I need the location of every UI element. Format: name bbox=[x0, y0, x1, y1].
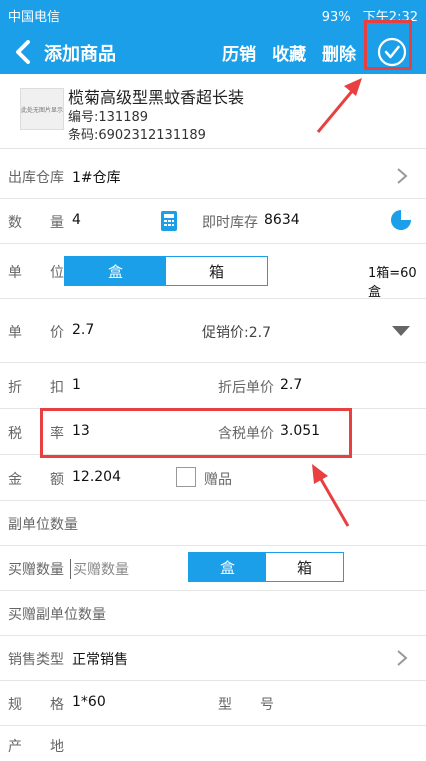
app-bar: 添加商品 历销 收藏 删除 bbox=[0, 30, 426, 74]
calculator-icon[interactable] bbox=[160, 210, 178, 232]
spec-label-b: 格 bbox=[50, 697, 64, 713]
product-name: 榄菊高级型黑蚊香超长装 bbox=[68, 88, 245, 107]
tax-label-a: 税 bbox=[8, 426, 22, 442]
amount-label-a: 金 bbox=[8, 472, 22, 488]
product-code: 编号:131189 bbox=[68, 110, 149, 125]
quantity-label-b: 量 bbox=[50, 215, 64, 231]
gift-unit-option-box[interactable]: 盒 bbox=[189, 553, 266, 581]
discount-input[interactable]: 1 bbox=[72, 377, 81, 393]
warehouse-row[interactable]: 出库仓库 1#仓库 bbox=[0, 154, 426, 199]
sale-type-row[interactable]: 销售类型 正常销售 bbox=[0, 636, 426, 681]
page-title: 添加商品 bbox=[44, 44, 116, 65]
unit-option-case[interactable]: 箱 bbox=[166, 257, 267, 285]
promo-price: 促销价:2.7 bbox=[202, 325, 271, 341]
sub-unit-qty-row[interactable]: 副单位数量 bbox=[0, 501, 426, 546]
price-label-b: 价 bbox=[50, 325, 64, 341]
amount-row: 金 额 12.204 赠品 bbox=[0, 456, 426, 501]
quantity-input[interactable]: 4 bbox=[72, 212, 81, 228]
product-barcode: 条码:6902312131189 bbox=[68, 128, 206, 143]
history-button[interactable]: 历销 bbox=[222, 45, 256, 65]
carrier-label: 中国电信 bbox=[8, 10, 61, 25]
highlight-box-tax bbox=[40, 408, 352, 458]
gift-sub-unit-label: 买赠副单位数量 bbox=[8, 607, 106, 623]
stock-value: 8634 bbox=[264, 212, 300, 228]
gift-checkbox[interactable] bbox=[176, 467, 196, 487]
discount-row: 折 扣 1 折后单价 2.7 bbox=[0, 364, 426, 409]
favorite-button[interactable]: 收藏 bbox=[272, 45, 306, 65]
sub-unit-qty-label: 副单位数量 bbox=[8, 517, 78, 533]
warehouse-value: 1#仓库 bbox=[72, 170, 121, 186]
origin-row: 产 地 bbox=[0, 726, 426, 761]
model-label-a: 型 bbox=[218, 697, 232, 713]
price-label-a: 单 bbox=[8, 325, 22, 341]
product-header: 此处无图片显示 榄菊高级型黑蚊香超长装 编号:131189 条码:6902312… bbox=[0, 74, 426, 149]
amount-label-b: 额 bbox=[50, 472, 64, 488]
sale-type-value: 正常销售 bbox=[72, 652, 128, 668]
back-arrow-icon[interactable] bbox=[10, 38, 38, 66]
status-bar: 中国电信 93% 下午2:32 bbox=[0, 0, 426, 30]
spec-row: 规 格 1*60 型 号 bbox=[0, 681, 426, 726]
dropdown-triangle-icon[interactable] bbox=[392, 326, 410, 336]
unit-label-b: 位 bbox=[50, 265, 64, 281]
origin-label-b: 地 bbox=[50, 739, 64, 755]
spec-value: 1*60 bbox=[72, 694, 106, 710]
origin-label-a: 产 bbox=[8, 739, 22, 755]
sale-type-label: 销售类型 bbox=[8, 652, 64, 668]
gift-label: 赠品 bbox=[204, 472, 232, 488]
pie-chart-icon[interactable] bbox=[390, 209, 412, 231]
highlight-box-confirm bbox=[364, 20, 412, 70]
gift-unit-option-case[interactable]: 箱 bbox=[266, 553, 343, 581]
discount-label-b: 扣 bbox=[50, 380, 64, 396]
amount-input[interactable]: 12.204 bbox=[72, 469, 121, 485]
chevron-right-icon bbox=[397, 168, 408, 184]
gift-qty-row: 买赠数量 买赠数量 盒 箱 bbox=[0, 546, 426, 591]
gift-sub-unit-row[interactable]: 买赠副单位数量 bbox=[0, 591, 426, 636]
stock-label: 即时库存 bbox=[202, 215, 258, 231]
quantity-label-a: 数 bbox=[8, 215, 22, 231]
price-row: 单 价 2.7 促销价:2.7 bbox=[0, 300, 426, 363]
after-discount-value: 2.7 bbox=[280, 377, 303, 393]
quantity-row: 数 量 4 即时库存 8634 bbox=[0, 199, 426, 244]
gift-unit-toggle: 盒 箱 bbox=[188, 552, 344, 582]
price-input[interactable]: 2.7 bbox=[72, 322, 94, 338]
action-group: 历销 收藏 删除 bbox=[212, 40, 356, 65]
unit-label-a: 单 bbox=[8, 265, 22, 281]
chevron-right-icon bbox=[397, 650, 408, 666]
unit-row: 单 位 盒 箱 1箱=60盒 bbox=[0, 244, 426, 300]
spec-label-a: 规 bbox=[8, 697, 22, 713]
unit-conversion: 1箱=60盒 bbox=[368, 266, 417, 300]
gift-qty-label: 买赠数量 bbox=[8, 562, 64, 578]
gift-qty-input[interactable]: 买赠数量 bbox=[70, 559, 129, 579]
delete-button[interactable]: 删除 bbox=[322, 45, 356, 65]
model-label-b: 号 bbox=[260, 697, 274, 713]
discount-label-a: 折 bbox=[8, 380, 22, 396]
product-thumbnail: 此处无图片显示 bbox=[20, 88, 64, 130]
battery-label: 93% bbox=[321, 10, 351, 25]
unit-option-box[interactable]: 盒 bbox=[65, 257, 166, 285]
after-discount-label: 折后单价 bbox=[218, 380, 274, 396]
warehouse-label: 出库仓库 bbox=[8, 170, 64, 186]
unit-toggle: 盒 箱 bbox=[64, 256, 268, 286]
